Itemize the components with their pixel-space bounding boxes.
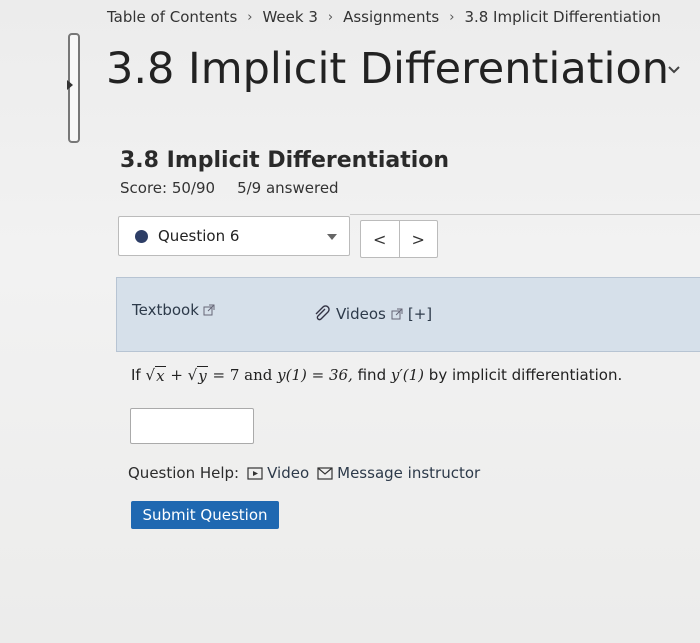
videos-label: Videos — [336, 305, 386, 323]
breadcrumb-separator: › — [327, 9, 334, 25]
external-link-icon — [391, 308, 403, 320]
answer-input[interactable] — [130, 408, 254, 444]
breadcrumb-current: 3.8 Implicit Differentiation — [464, 8, 661, 26]
resource-bar: Textbook Videos [+] — [116, 277, 700, 352]
question-help: Question Help: Video Message instructor — [128, 464, 480, 482]
divider — [350, 214, 700, 215]
videos-link[interactable]: Videos [+] — [313, 305, 432, 323]
videos-expand-toggle[interactable]: [+] — [408, 305, 432, 323]
textbook-link[interactable]: Textbook — [132, 301, 215, 319]
expand-arrow-icon[interactable] — [67, 80, 73, 90]
external-link-icon — [203, 304, 215, 316]
question-help-label: Question Help: — [128, 464, 240, 482]
play-icon — [247, 466, 263, 480]
paperclip-icon — [315, 305, 330, 321]
status-dot-icon — [135, 229, 148, 243]
sqrt-y: √ y — [187, 366, 208, 385]
answered-count: 5/9 answered — [237, 179, 339, 197]
message-instructor-link[interactable]: Message instructor — [317, 464, 480, 482]
breadcrumb-week-3[interactable]: Week 3 — [262, 8, 317, 26]
question-nav: < > — [360, 220, 438, 258]
help-video-link[interactable]: Video — [247, 464, 309, 482]
breadcrumb-separator: › — [449, 9, 455, 25]
breadcrumb: Table of Contents › Week 3 › Assignments… — [107, 8, 661, 26]
submit-question-button[interactable]: Submit Question — [131, 501, 279, 529]
caret-down-icon — [327, 234, 337, 240]
breadcrumb-separator: › — [247, 9, 253, 25]
sqrt-x: √ x — [145, 366, 166, 385]
question-select-value: Question 6 — [158, 227, 240, 245]
breadcrumb-assignments[interactable]: Assignments — [343, 8, 439, 26]
score-text: Score: 50/90 — [120, 179, 216, 197]
textbook-label: Textbook — [132, 301, 199, 319]
question-text: If √ x + √ y = 7 and y(1) = 36, find y′(1)… — [131, 366, 623, 385]
envelope-icon — [317, 466, 333, 480]
previous-question-button[interactable]: < — [361, 221, 399, 257]
score-row: Score: 50/90 5/9 answered — [120, 179, 339, 197]
question-select[interactable]: Question 6 — [118, 216, 350, 256]
page-title: 3.8 Implicit Differentiation — [106, 44, 670, 94]
breadcrumb-table-of-contents[interactable]: Table of Contents — [107, 8, 237, 26]
assignment-title: 3.8 Implicit Differentiation — [120, 148, 450, 173]
next-question-button[interactable]: > — [398, 221, 438, 257]
chevron-down-icon[interactable] — [666, 62, 682, 78]
